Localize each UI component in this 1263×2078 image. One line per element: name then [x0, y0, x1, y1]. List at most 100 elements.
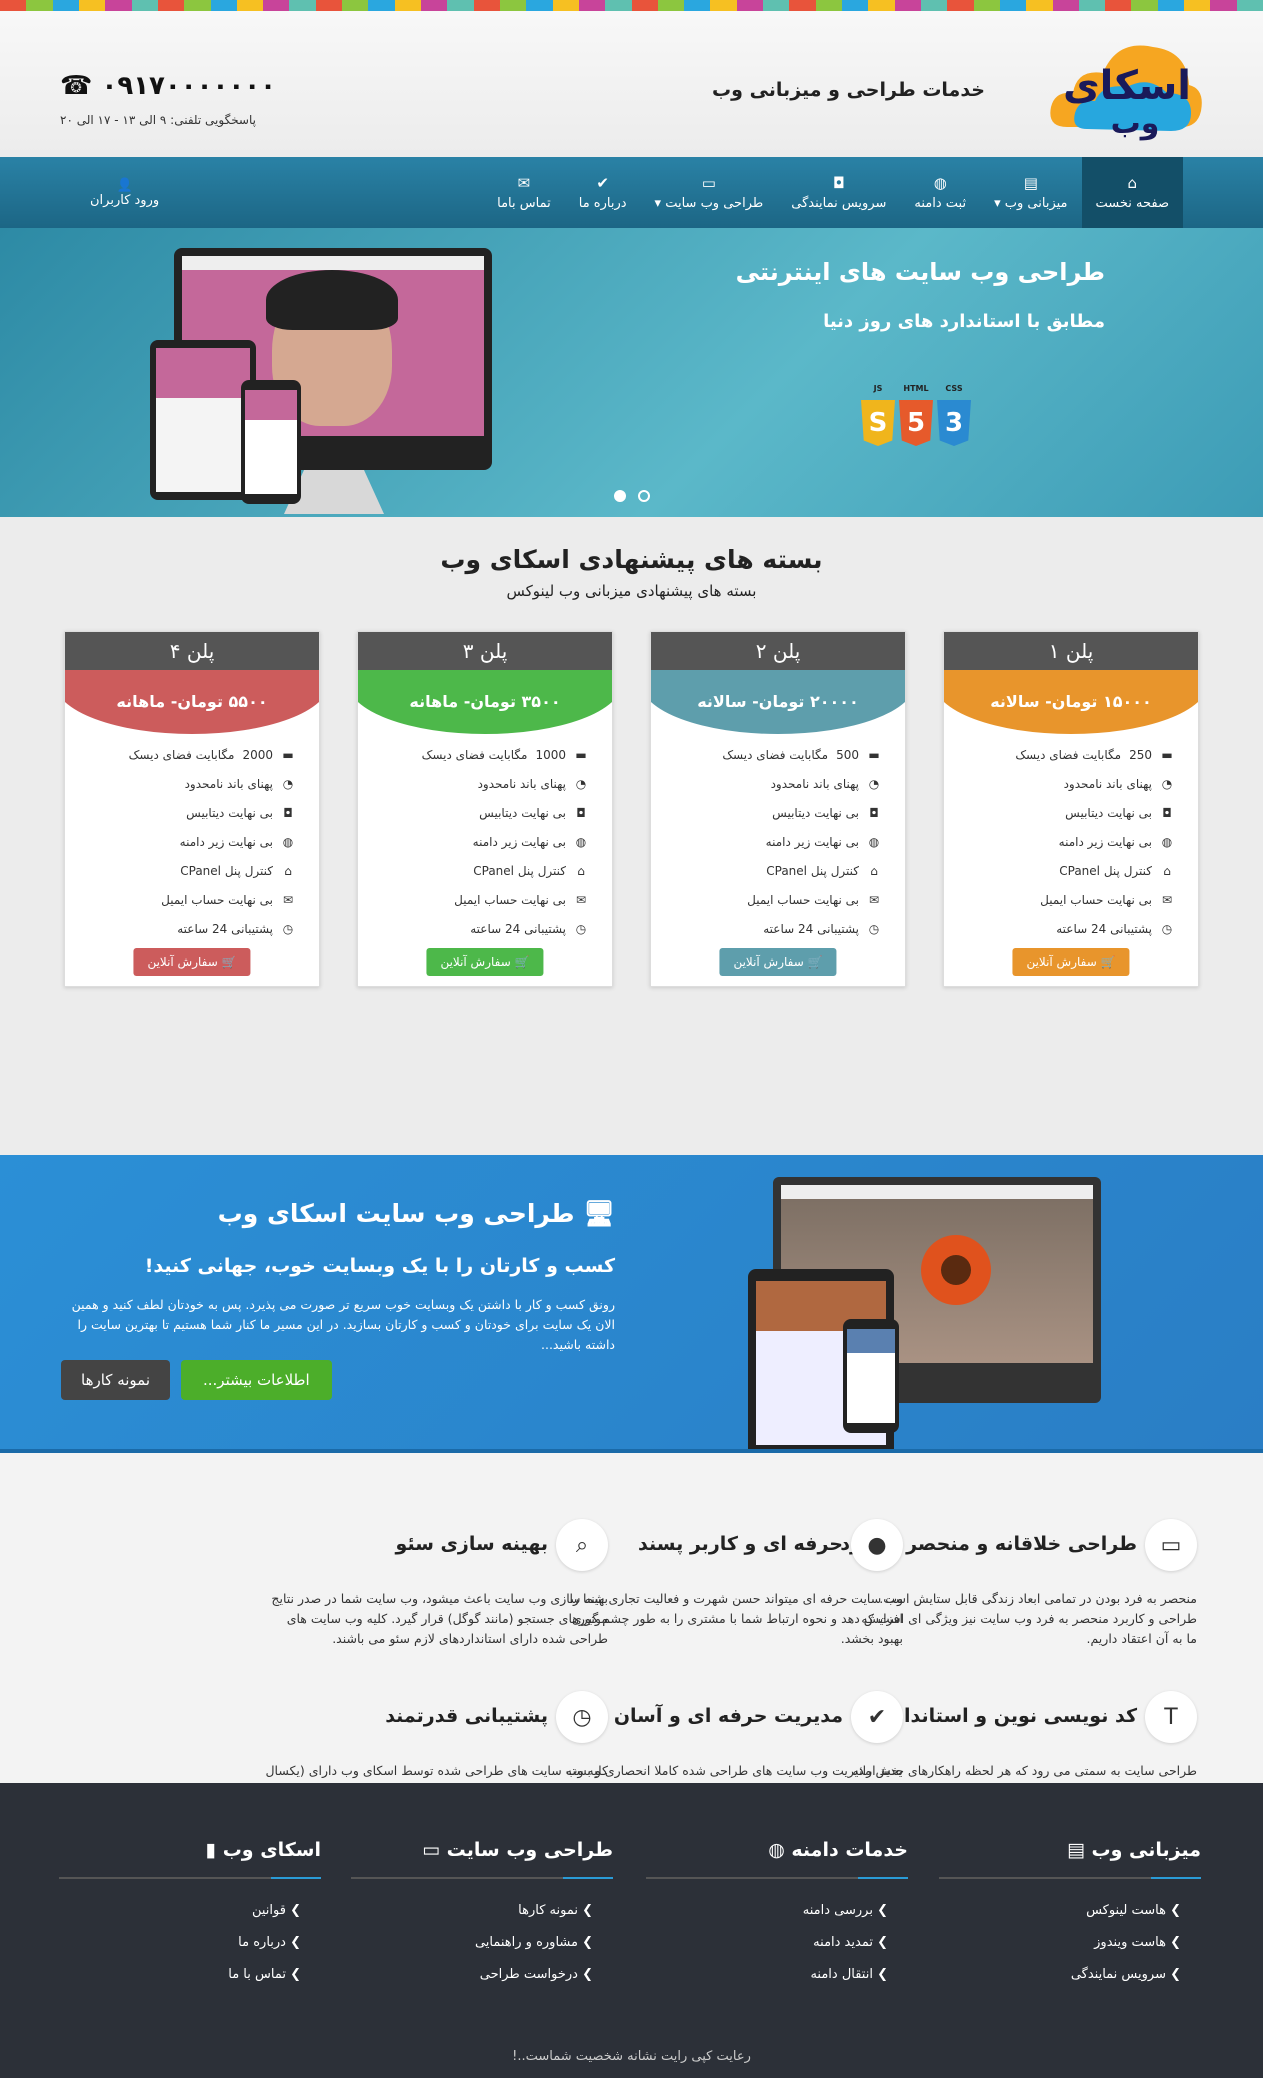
stripe-segment: [684, 0, 711, 11]
footer-link[interactable]: ❯ تماس با ما: [59, 1967, 301, 1999]
plan-feature-label: بی نهایت دیتابیس: [479, 805, 566, 820]
login-link[interactable]: 👤 ورود کاربران: [90, 157, 159, 228]
home-icon: ⌂: [1127, 174, 1138, 192]
check-icon: ✔: [596, 174, 609, 192]
plan-feature: ⌂ کنترل پنل CPanel: [667, 856, 889, 885]
plan-feature-label: بی نهایت زیر دامنه: [179, 834, 273, 849]
stripe-segment: [78, 0, 106, 11]
plan-feature: ✉ بی نهایت حساب ایمیل: [374, 885, 596, 914]
footer-link-label: تمدید دامنه: [813, 1935, 873, 1950]
copyright: رعایت کپی رایت نشانه شخصیت شماست..!: [512, 2049, 751, 2064]
footer-link[interactable]: ❯ سرویس نمایندگی: [939, 1967, 1181, 1999]
footer-link[interactable]: ❯ قوانین: [59, 1903, 301, 1935]
nav-item-4[interactable]: ▭ طراحی وب سایت ▾: [641, 157, 778, 228]
hdd-icon: ◘: [283, 805, 293, 820]
footer-link[interactable]: ❯ تمدید دامنه: [646, 1935, 888, 1967]
nav-item-5[interactable]: ✔ درباره ما: [565, 157, 641, 228]
footer-link-label: انتقال دامنه: [810, 1967, 873, 1982]
order-label: سفارش آنلاین: [440, 955, 511, 969]
footer-link-label: درباره ما: [238, 1935, 286, 1950]
stripe-segment: [736, 0, 764, 11]
more-info-button[interactable]: اطلاعات بیشتر...: [181, 1360, 332, 1400]
portfolio-button[interactable]: نمونه کارها: [61, 1360, 171, 1400]
chevron-icon: ❯: [1165, 1903, 1181, 1918]
site-logo[interactable]: اسکای وب: [1047, 29, 1205, 151]
order-online-button[interactable]: 🛒 سفارش آنلاین: [426, 948, 544, 976]
footer-link[interactable]: ❯ هاست لینوکس: [939, 1903, 1181, 1935]
plan-name: پلن ۱: [944, 632, 1198, 670]
nav-item-2[interactable]: ◍ ثبت دامنه: [900, 157, 980, 228]
plan-feature-label: کنترل پنل CPanel: [473, 863, 566, 878]
order-online-button[interactable]: 🛒 سفارش آنلاین: [133, 948, 251, 976]
footer-links: ❯ قوانین ❯ درباره ما ❯ تماس با ما: [59, 1879, 321, 1999]
footer-link[interactable]: ❯ انتقال دامنه: [646, 1967, 888, 1999]
footer-column-title: طراحی وب سایت ▭: [351, 1839, 613, 1879]
stripe-segment: [710, 0, 737, 11]
plan-feature: ◔ پهنای باند نامحدود: [960, 769, 1182, 798]
plan-feature: ◍ بی نهایت زیر دامنه: [81, 827, 303, 856]
plan-feature-label: کنترل پنل CPanel: [180, 863, 273, 878]
plans-section: بسته های پیشنهادی اسکای وب بسته های پیشن…: [0, 517, 1263, 1155]
stripe-segment: [263, 0, 290, 11]
webdesign-title: 🖥 طراحی وب سایت اسکای وب: [218, 1199, 615, 1229]
footer-link-label: هاست لینوکس: [1086, 1903, 1166, 1918]
slider-dot-2[interactable]: [637, 490, 650, 502]
feature-title: حرفه ای و کاربر پسند: [638, 1533, 843, 1555]
badge-0: S: [861, 400, 895, 446]
plan-feature-label: پهنای باند نامحدود: [184, 776, 273, 791]
hero-title: طراحی وب سایت های اینترنتی: [735, 258, 1105, 286]
mail-icon: ✉: [868, 892, 880, 907]
slider-dot-1[interactable]: [613, 490, 626, 502]
disk-amount: 500: [836, 747, 859, 762]
footer-link-label: بررسی دامنه: [802, 1903, 873, 1918]
footer-link[interactable]: ❯ درباره ما: [59, 1935, 301, 1967]
plans-subtitle: بسته های پیشنهادی میزبانی وب لینوکس: [506, 582, 757, 600]
logo-text-bottom: وب: [1111, 106, 1160, 141]
mail-icon: ✉: [1161, 892, 1173, 907]
footer-link-label: نمونه کارها: [518, 1903, 578, 1918]
stripe-segment: [947, 0, 974, 11]
chevron-icon: ❯: [285, 1935, 301, 1950]
nav-item-6[interactable]: ✉ تماس باما: [483, 157, 565, 228]
monitor-icon: 🖥: [583, 1199, 615, 1228]
plan-feature: ◘ بی نهایت دیتابیس: [667, 798, 889, 827]
user-icon: ●: [851, 1519, 903, 1571]
home-icon: ⌂: [870, 863, 878, 878]
nav-item-3[interactable]: ◘ سرویس نمایندگی: [777, 157, 900, 228]
chevron-icon: ❯: [872, 1935, 888, 1950]
plan-name: پلن ۲: [651, 632, 905, 670]
footer-link[interactable]: ❯ مشاوره و راهنمایی: [351, 1935, 593, 1967]
nav-item-1[interactable]: ▤ میزبانی وب ▾: [980, 157, 1081, 228]
chevron-icon: ❯: [577, 1967, 593, 1982]
feature-text: بهینه سازی وب سایت باعث میشود، وب سایت ش…: [271, 1591, 608, 1646]
chevron-icon: ❯: [1165, 1935, 1181, 1950]
color-stripe: [0, 0, 1263, 11]
clock-icon: ◷: [282, 921, 294, 936]
plan-feature-label: پهنای باند نامحدود: [770, 776, 859, 791]
footer-column: اسکای وب ▮ ❯ قوانین ❯ درباره ما ❯ تماس با م…: [59, 1839, 321, 1999]
feature-title: بهینه سازی سئو: [395, 1533, 548, 1555]
footer-link-label: قوانین: [251, 1903, 286, 1918]
order-online-button[interactable]: 🛒 سفارش آنلاین: [1012, 948, 1130, 976]
order-online-button[interactable]: 🛒 سفارش آنلاین: [719, 948, 837, 976]
feature-title: کد نویسی نوین و استاندارد: [883, 1705, 1137, 1727]
nav-item-label: صفحه نخست: [1095, 196, 1169, 211]
plan-feature-label: مگابایت فضای دیسک: [421, 747, 528, 762]
stripe-segment: [842, 0, 869, 11]
plan-feature: ▬ 250 مگابایت فضای دیسک: [960, 740, 1182, 769]
nav-item-label: طراحی وب سایت: [665, 196, 764, 211]
chevron-icon: ❯: [872, 1967, 888, 1982]
disk-icon: ▬: [575, 747, 587, 762]
chevron-icon: ❯: [872, 1903, 888, 1918]
footer-link[interactable]: ❯ درخواست طراحی: [351, 1967, 593, 1999]
footer-link[interactable]: ❯ هاست ویندوز: [939, 1935, 1181, 1967]
nav-item-0[interactable]: ⌂ صفحه نخست: [1081, 157, 1183, 228]
disk-amount: 2000: [242, 747, 273, 762]
badge-label: HTML: [903, 384, 929, 393]
home-icon: ⌂: [577, 863, 585, 878]
footer-link[interactable]: ❯ نمونه کارها: [351, 1903, 593, 1935]
plan-name: پلن ۴: [65, 632, 319, 670]
stripe-segment: [131, 0, 158, 11]
globe-icon: ◍: [933, 174, 947, 192]
footer-link[interactable]: ❯ بررسی دامنه: [646, 1903, 888, 1935]
